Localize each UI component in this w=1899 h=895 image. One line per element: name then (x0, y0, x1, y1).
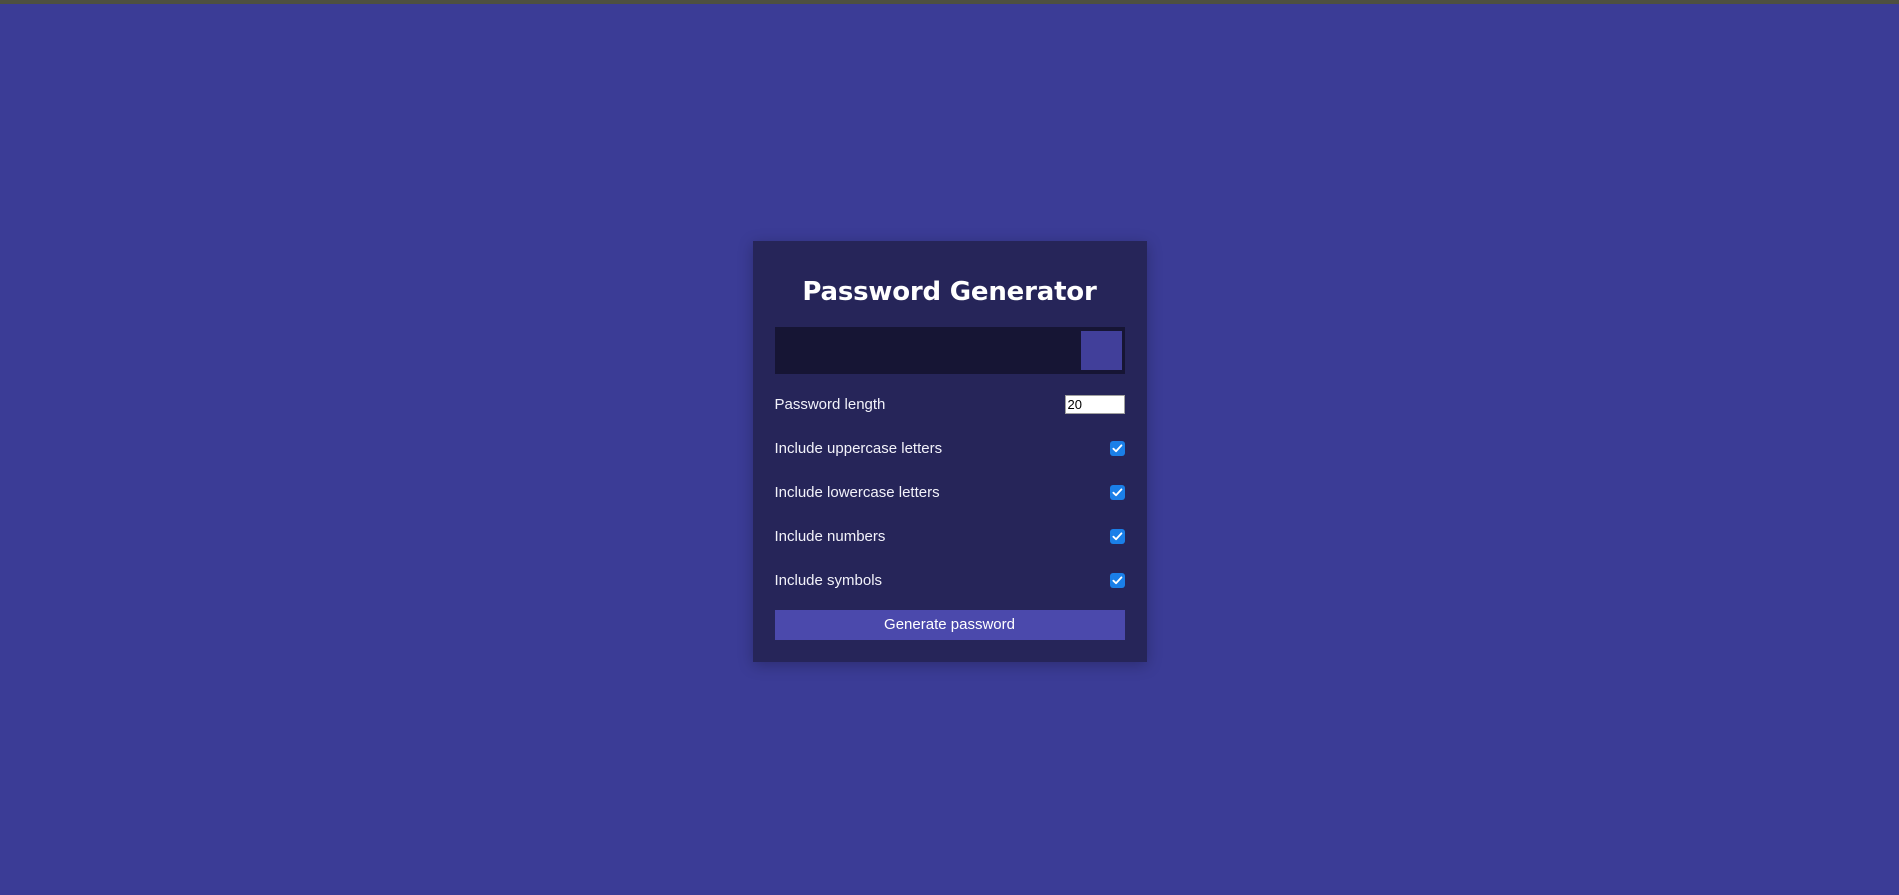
include-uppercase-label: Include uppercase letters (774, 439, 943, 457)
check-icon (1111, 532, 1122, 541)
copy-password-button[interactable] (1080, 331, 1122, 370)
check-icon (1111, 488, 1122, 497)
include-symbols-checkbox[interactable] (1109, 573, 1125, 588)
check-icon (1111, 444, 1122, 453)
include-lowercase-row[interactable]: Include lowercase letters (775, 476, 1125, 509)
include-lowercase-label: Include lowercase letters (774, 483, 940, 501)
include-lowercase-checkbox[interactable] (1109, 485, 1125, 500)
password-length-input[interactable] (1064, 395, 1125, 414)
include-uppercase-checkbox[interactable] (1109, 441, 1125, 456)
generate-button-container: Generate password (753, 597, 1147, 662)
password-output-row (774, 327, 1125, 374)
password-length-label: Password length (774, 395, 886, 413)
include-numbers-row[interactable]: Include numbers (775, 520, 1125, 553)
options-list: Password length Include uppercase letter… (753, 388, 1147, 597)
include-symbols-label: Include symbols (774, 571, 883, 589)
include-numbers-label: Include numbers (774, 527, 886, 545)
include-symbols-row[interactable]: Include symbols (775, 564, 1125, 597)
include-numbers-checkbox[interactable] (1109, 529, 1125, 544)
include-uppercase-row[interactable]: Include uppercase letters (775, 432, 1125, 465)
generate-password-button[interactable]: Generate password (774, 610, 1125, 640)
page-viewport: Password Generator Password length Inclu… (0, 4, 1899, 895)
check-icon (1111, 576, 1122, 585)
password-output-field[interactable] (774, 327, 1081, 374)
page-title: Password Generator (802, 277, 1097, 307)
password-length-row: Password length (775, 388, 1125, 421)
password-generator-card: Password Generator Password length Inclu… (752, 241, 1147, 662)
